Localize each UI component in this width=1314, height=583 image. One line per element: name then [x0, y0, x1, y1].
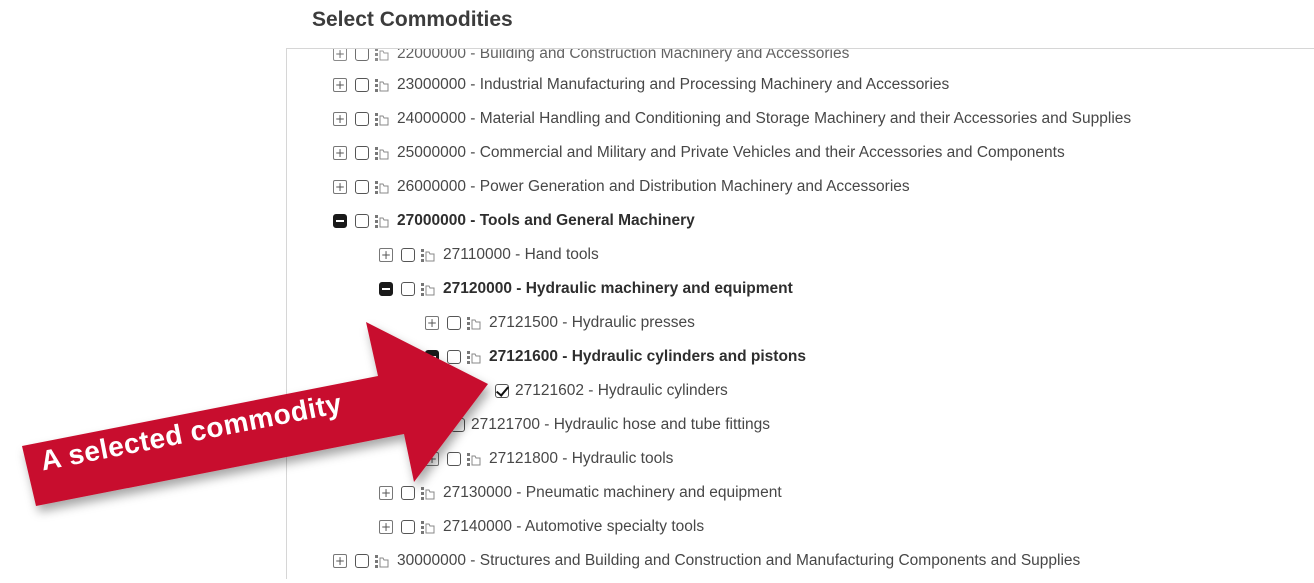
- tree-checkbox[interactable]: [355, 146, 369, 160]
- tree-row-label: 23000000 - Industrial Manufacturing and …: [397, 76, 950, 93]
- tree-row-27121602[interactable]: 27121602 - Hydraulic cylinders: [495, 377, 728, 405]
- expand-icon[interactable]: [333, 554, 347, 568]
- tree-row-27130000[interactable]: 27130000 - Pneumatic machinery and equip…: [379, 479, 782, 507]
- folder-tree-icon: [375, 180, 389, 194]
- tree-checkbox[interactable]: [447, 452, 461, 466]
- tree-checkbox[interactable]: [355, 180, 369, 194]
- tree-row-label: 22000000 - Building and Construction Mac…: [397, 48, 850, 62]
- commodity-tree: 22000000 - Building and Construction Mac…: [286, 48, 1314, 579]
- tree-checkbox[interactable]: [401, 486, 415, 500]
- folder-tree-icon: [467, 350, 481, 364]
- folder-tree-icon: [375, 146, 389, 160]
- folder-tree-icon: [421, 248, 435, 262]
- tree-row-22000000[interactable]: 22000000 - Building and Construction Mac…: [333, 48, 850, 68]
- expand-icon[interactable]: [379, 520, 393, 534]
- folder-tree-icon: [467, 452, 481, 466]
- page-title: Select Commodities: [312, 8, 513, 31]
- tree-checkbox-checked[interactable]: [495, 384, 509, 398]
- tree-row-25000000[interactable]: 25000000 - Commercial and Military and P…: [333, 139, 1065, 167]
- tree-row-27120000[interactable]: 27120000 - Hydraulic machinery and equip…: [379, 275, 793, 303]
- tree-row-label: 27140000 - Automotive specialty tools: [443, 518, 705, 535]
- tree-checkbox[interactable]: [451, 418, 465, 432]
- folder-tree-icon: [467, 316, 481, 330]
- tree-row-27121800[interactable]: 27121800 - Hydraulic tools: [425, 445, 673, 473]
- tree-row-label: 26000000 - Power Generation and Distribu…: [397, 178, 910, 195]
- collapse-icon[interactable]: [425, 350, 439, 364]
- tree-row-27110000[interactable]: 27110000 - Hand tools: [379, 241, 599, 269]
- expand-icon[interactable]: [333, 49, 347, 61]
- tree-row-label: 27121600 - Hydraulic cylinders and pisto…: [489, 348, 807, 365]
- tree-checkbox[interactable]: [447, 316, 461, 330]
- tree-row-label: 27130000 - Pneumatic machinery and equip…: [443, 484, 782, 501]
- tree-row-label: 27121700 - Hydraulic hose and tube fitti…: [471, 416, 771, 433]
- tree-checkbox[interactable]: [355, 214, 369, 228]
- expand-icon[interactable]: [333, 112, 347, 126]
- expand-icon[interactable]: [379, 486, 393, 500]
- tree-checkbox[interactable]: [355, 112, 369, 126]
- collapse-icon[interactable]: [333, 214, 347, 228]
- expand-icon[interactable]: [425, 452, 439, 466]
- tree-checkbox[interactable]: [401, 282, 415, 296]
- tree-checkbox[interactable]: [355, 554, 369, 568]
- tree-row-label: 27120000 - Hydraulic machinery and equip…: [443, 280, 793, 297]
- tree-row-24000000[interactable]: 24000000 - Material Handling and Conditi…: [333, 105, 1131, 133]
- tree-row-23000000[interactable]: 23000000 - Industrial Manufacturing and …: [333, 71, 949, 99]
- tree-row-26000000[interactable]: 26000000 - Power Generation and Distribu…: [333, 173, 910, 201]
- tree-row-label: 27000000 - Tools and General Machinery: [397, 212, 695, 229]
- tree-row-label: 27121602 - Hydraulic cylinders: [515, 382, 728, 399]
- expand-icon[interactable]: [425, 316, 439, 330]
- tree-row-label: 27121800 - Hydraulic tools: [489, 450, 674, 467]
- tree-row-27121700[interactable]: 27121700 - Hydraulic hose and tube fitti…: [451, 411, 770, 439]
- tree-checkbox[interactable]: [355, 78, 369, 92]
- folder-tree-icon: [375, 49, 389, 61]
- tree-row-label: 27121500 - Hydraulic presses: [489, 314, 695, 331]
- folder-tree-icon: [421, 282, 435, 296]
- tree-checkbox[interactable]: [355, 49, 369, 61]
- tree-row-30000000[interactable]: 30000000 - Structures and Building and C…: [333, 547, 1080, 575]
- tree-row-27121600[interactable]: 27121600 - Hydraulic cylinders and pisto…: [425, 343, 806, 371]
- expand-icon[interactable]: [333, 78, 347, 92]
- tree-row-label: 24000000 - Material Handling and Conditi…: [397, 110, 1132, 127]
- tree-checkbox[interactable]: [401, 248, 415, 262]
- tree-row-27121500[interactable]: 27121500 - Hydraulic presses: [425, 309, 695, 337]
- tree-row-label: 25000000 - Commercial and Military and P…: [397, 144, 1065, 161]
- collapse-icon[interactable]: [379, 282, 393, 296]
- tree-row-27140000[interactable]: 27140000 - Automotive specialty tools: [379, 513, 704, 541]
- folder-tree-icon: [421, 486, 435, 500]
- folder-tree-icon: [375, 214, 389, 228]
- tree-checkbox[interactable]: [447, 350, 461, 364]
- expand-icon[interactable]: [333, 180, 347, 194]
- expand-icon[interactable]: [333, 146, 347, 160]
- tree-row-27000000[interactable]: 27000000 - Tools and General Machinery: [333, 207, 695, 235]
- folder-tree-icon: [375, 78, 389, 92]
- folder-tree-icon: [421, 520, 435, 534]
- folder-tree-icon: [375, 112, 389, 126]
- tree-row-label: 30000000 - Structures and Building and C…: [397, 552, 1081, 569]
- expand-icon[interactable]: [379, 248, 393, 262]
- tree-row-label: 27110000 - Hand tools: [443, 246, 599, 263]
- folder-tree-icon: [375, 554, 389, 568]
- tree-checkbox[interactable]: [401, 520, 415, 534]
